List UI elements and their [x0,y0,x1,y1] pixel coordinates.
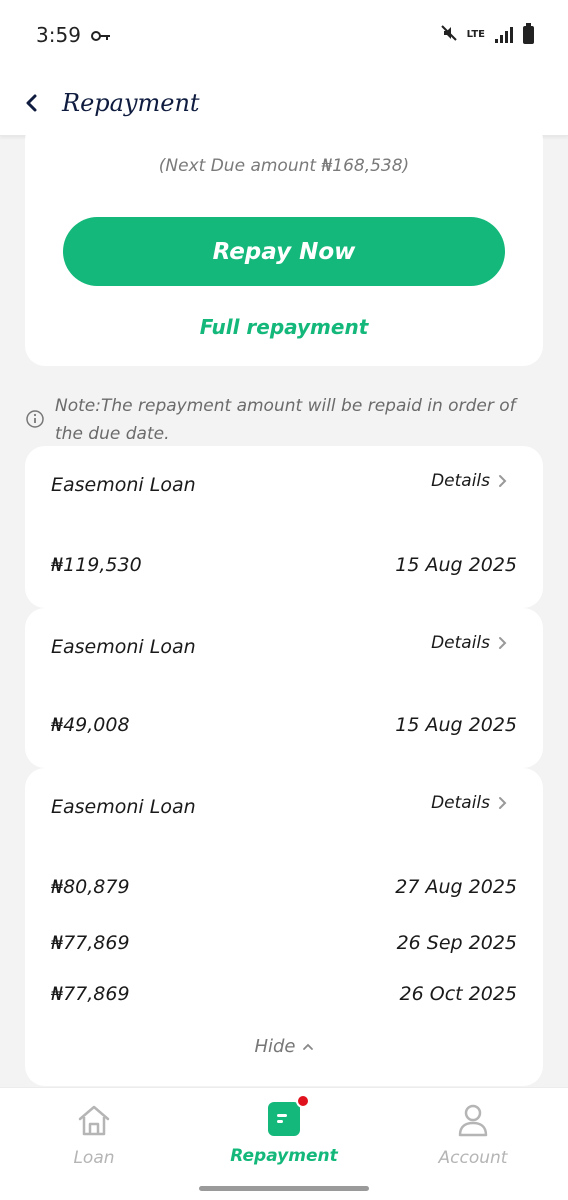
installment-amount: ₦119,530 [51,554,142,576]
details-label: Details [431,471,490,491]
signal-icon [495,27,513,43]
status-bar: 3:59 LTE [0,0,568,70]
installment-date: 27 Aug 2025 [395,876,517,898]
loan-card: Easemoni Loan Details ₦119,530 15 Aug 20… [25,446,543,608]
info-icon [26,410,44,428]
hide-toggle[interactable]: Hide [25,1036,543,1057]
installment-amount: ₦49,008 [51,714,130,736]
full-repayment-link[interactable]: Full repayment [25,315,543,339]
notification-badge [296,1094,310,1108]
loan-card: Easemoni Loan Details ₦80,879 27 Aug 202… [25,768,543,1086]
nav-item-account[interactable]: Account [403,1102,543,1168]
details-link[interactable]: Details [431,793,507,813]
page-title: Repayment [62,88,200,117]
house-icon [78,1105,110,1136]
details-link[interactable]: Details [431,633,507,653]
chevron-right-icon [499,797,507,809]
gesture-bar[interactable] [199,1186,369,1191]
loan-card: Easemoni Loan Details ₦49,008 15 Aug 202… [25,608,543,768]
chevron-right-icon [499,637,507,649]
nav-label-repayment: Repayment [230,1146,338,1166]
chevron-right-icon [499,475,507,487]
installment-amount: ₦80,879 [51,876,130,898]
chevron-up-icon [302,1043,313,1050]
loan-title: Easemoni Loan [51,636,196,658]
note-text: Note:The repayment amount will be repaid… [55,396,516,444]
nav-item-repayment[interactable]: Repayment [214,1094,354,1166]
repay-now-button[interactable]: Repay Now [63,217,505,286]
person-icon [458,1104,488,1137]
details-label: Details [431,633,490,653]
loan-title: Easemoni Loan [51,474,196,496]
repayment-note: Note:The repayment amount will be repaid… [25,392,525,448]
next-due-amount: (Next Due amount ₦168,538) [158,156,410,176]
nav-item-loan[interactable]: Loan [24,1102,164,1168]
key-icon [90,23,111,47]
installment-date: 15 Aug 2025 [395,714,517,736]
installment-date: 15 Aug 2025 [395,554,517,576]
battery-icon [523,23,534,44]
installment-amount: ₦77,869 [51,932,130,954]
nav-label-loan: Loan [73,1148,115,1168]
details-link[interactable]: Details [431,471,507,491]
nav-label-account: Account [438,1148,508,1168]
repayment-icon [268,1094,310,1136]
hide-label: Hide [254,1036,296,1057]
network-lte: LTE [466,29,485,40]
details-label: Details [431,793,490,813]
installment-date: 26 Sep 2025 [396,932,517,954]
status-time: 3:59 [36,23,81,47]
installment-amount: ₦77,869 [51,983,130,1005]
installment-date: 26 Oct 2025 [399,983,517,1005]
repayment-summary-card: (Next Due amount ₦168,538) Repay Now Ful… [25,120,543,366]
mute-icon [440,25,457,45]
status-left: 3:59 [36,23,111,47]
chevron-left-icon [26,94,37,111]
bottom-nav: Loan Repayment Account [0,1087,568,1200]
status-right: LTE [440,23,534,45]
loan-title: Easemoni Loan [51,796,196,818]
